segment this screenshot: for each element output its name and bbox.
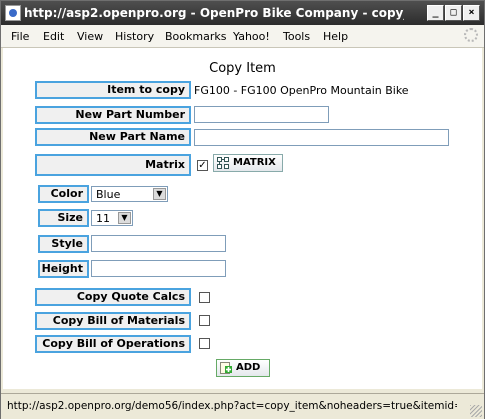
resize-grip-icon[interactable] <box>470 405 482 417</box>
color-select[interactable]: Blue ▼ <box>91 186 168 202</box>
menu-tools[interactable]: Tools <box>283 30 310 43</box>
menu-view[interactable]: View <box>77 30 103 43</box>
matrix-label: Matrix <box>35 154 191 176</box>
add-button[interactable]: ADD <box>216 359 270 377</box>
menu-file[interactable]: File <box>11 30 29 43</box>
menu-bar: File Edit View History Bookmarks Yahoo! … <box>1 25 484 48</box>
add-plus-icon <box>220 362 232 374</box>
browser-logo-icon <box>5 5 21 21</box>
close-button[interactable]: × <box>463 5 480 21</box>
copy-bom-checkbox[interactable] <box>199 315 210 326</box>
page-title: Copy Item <box>209 61 276 76</box>
style-label: Style <box>38 235 89 253</box>
maximize-button[interactable]: □ <box>445 5 462 21</box>
matrix-button-label: MATRIX <box>233 157 276 168</box>
new-part-number-label: New Part Number <box>35 106 191 124</box>
menu-history[interactable]: History <box>115 30 154 43</box>
new-part-number-input[interactable] <box>194 106 329 123</box>
menu-edit[interactable]: Edit <box>43 30 64 43</box>
status-bar: http://asp2.openpro.org/demo56/index.php… <box>1 393 484 419</box>
size-label: Size <box>38 209 89 227</box>
copy-quote-calcs-label: Copy Quote Calcs <box>35 288 191 306</box>
item-to-copy-label: Item to copy <box>35 81 191 99</box>
menu-bookmarks[interactable]: Bookmarks <box>165 30 226 43</box>
status-url: http://asp2.openpro.org/demo56/index.php… <box>7 400 457 412</box>
style-input[interactable] <box>91 235 226 252</box>
matrix-checkbox[interactable]: ✓ <box>197 160 208 171</box>
size-select[interactable]: 11 ▼ <box>91 210 133 226</box>
matrix-grid-icon <box>217 157 229 169</box>
color-label: Color <box>38 185 89 203</box>
new-part-name-input[interactable] <box>194 129 449 146</box>
new-part-name-label: New Part Name <box>35 128 191 146</box>
copy-quote-calcs-checkbox[interactable] <box>199 292 210 303</box>
menu-help[interactable]: Help <box>323 30 348 43</box>
copy-boo-checkbox[interactable] <box>199 338 210 349</box>
height-input[interactable] <box>91 260 226 277</box>
browser-window: http://asp2.openpro.org - OpenPro Bike C… <box>0 0 485 419</box>
minimize-button[interactable]: _ <box>427 5 444 21</box>
matrix-button[interactable]: MATRIX <box>213 154 283 172</box>
color-selected-value: Blue <box>96 188 121 201</box>
menu-yahoo[interactable]: Yahoo! <box>233 30 270 43</box>
window-title: http://asp2.openpro.org - OpenPro Bike C… <box>24 6 404 20</box>
height-label: Height <box>38 260 89 278</box>
add-button-label: ADD <box>236 362 261 373</box>
item-to-copy-value: FG100 - FG100 OpenPro Mountain Bike <box>194 84 409 97</box>
chevron-down-icon[interactable]: ▼ <box>153 188 166 200</box>
title-bar: http://asp2.openpro.org - OpenPro Bike C… <box>1 1 484 25</box>
chevron-down-icon[interactable]: ▼ <box>118 212 131 224</box>
page-content: Copy Item Item to copy FG100 - FG100 Ope… <box>3 48 482 389</box>
copy-bom-label: Copy Bill of Materials <box>35 312 191 330</box>
activity-throbber-icon <box>464 28 478 42</box>
size-selected-value: 11 <box>96 212 110 225</box>
copy-boo-label: Copy Bill of Operations <box>35 335 191 353</box>
